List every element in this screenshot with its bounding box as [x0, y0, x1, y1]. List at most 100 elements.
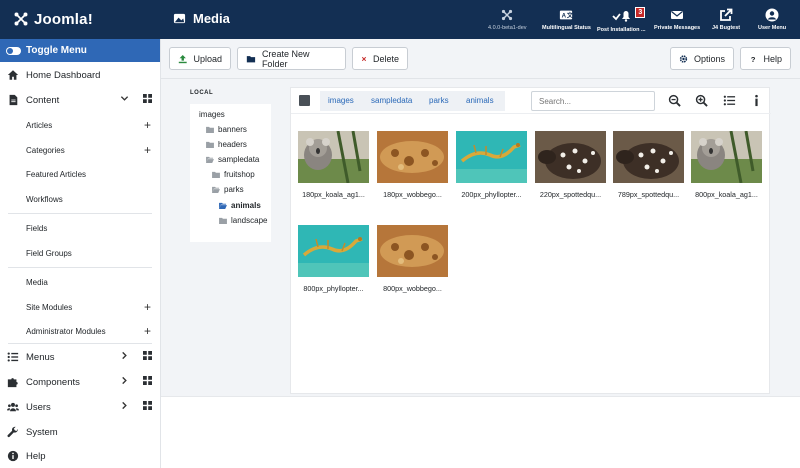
language-icon: A文 — [560, 10, 573, 20]
version-item: 4.0.0-beta1-dev — [488, 8, 527, 31]
tree-item-fruitshop[interactable]: fruitshop — [212, 170, 255, 179]
sidebar-label: System — [26, 426, 58, 438]
private-messages-button[interactable]: Private Messages — [654, 8, 700, 31]
sidebar-item-fields[interactable]: Fields — [0, 222, 160, 234]
tree-label: animals — [231, 201, 261, 210]
close-icon — [361, 56, 367, 61]
file-item[interactable]: 789px_spottedqu... — [613, 131, 684, 199]
sidebar-label: Featured Articles — [26, 169, 87, 179]
info-icon[interactable] — [750, 94, 763, 107]
post-installation-button[interactable]: 3 Post Installation ... — [597, 7, 646, 33]
tree-item-banners[interactable]: banners — [206, 125, 247, 134]
dashboard-grid-icon[interactable] — [143, 401, 152, 413]
select-all-checkbox[interactable] — [299, 95, 310, 106]
tree-item-images[interactable]: images — [199, 110, 225, 119]
add-admin-module-icon[interactable]: + — [144, 324, 151, 338]
sidebar-item-categories[interactable]: Categories + — [0, 143, 160, 157]
user-menu-button[interactable]: User Menu — [758, 8, 786, 31]
dashboard-grid-icon[interactable] — [143, 94, 152, 106]
multilingual-status-button[interactable]: A文 Multilingual Status — [542, 8, 591, 31]
sidebar-item-field-groups[interactable]: Field Groups — [0, 247, 160, 259]
tree-item-parks[interactable]: parks — [212, 185, 244, 194]
search-input[interactable] — [531, 91, 655, 111]
breadcrumb-item-parks[interactable]: parks — [429, 96, 449, 105]
file-name: 180px_koala_ag1... — [302, 190, 365, 199]
upload-button[interactable]: Upload — [169, 47, 231, 70]
sidebar-item-menus[interactable]: Menus — [0, 350, 160, 364]
image-thumbnail — [377, 225, 448, 277]
sidebar-label: Field Groups — [26, 248, 72, 258]
file-item[interactable]: 200px_phyllopter... — [456, 131, 527, 199]
disk-label: LOCAL — [190, 90, 214, 96]
chevron-right-icon[interactable] — [120, 351, 129, 363]
breadcrumb-item-animals[interactable]: animals — [466, 96, 494, 105]
breadcrumb-item-sampledata[interactable]: sampledata — [371, 96, 412, 105]
page-title-text: Media — [193, 11, 230, 26]
add-site-module-icon[interactable]: + — [144, 300, 151, 314]
help-button[interactable]: ? Help — [740, 47, 791, 70]
tree-item-headers[interactable]: headers — [206, 140, 247, 149]
sidebar-item-components[interactable]: Components — [0, 375, 160, 389]
file-item[interactable]: 800px_phyllopter... — [298, 225, 369, 293]
tree-label: fruitshop — [224, 170, 255, 179]
joomla-icon — [14, 12, 28, 26]
sidebar-item-workflows[interactable]: Workflows — [0, 193, 160, 205]
sidebar-item-articles[interactable]: Articles + — [0, 118, 160, 132]
folder-open-icon — [219, 202, 227, 209]
envelope-icon — [671, 11, 684, 19]
toggle-menu-button[interactable]: Toggle Menu — [0, 39, 160, 62]
zoom-out-icon[interactable] — [668, 94, 681, 107]
tree-label: banners — [218, 125, 247, 134]
page-footer-area — [161, 396, 800, 468]
file-item[interactable]: 800px_wobbego... — [377, 225, 448, 293]
image-thumbnail — [691, 131, 762, 183]
tree-item-sampledata[interactable]: sampledata — [206, 155, 259, 164]
file-item[interactable]: 800px_koala_ag1... — [691, 131, 762, 199]
file-item[interactable]: 180px_koala_ag1... — [298, 131, 369, 199]
breadcrumb-item-images[interactable]: images — [328, 96, 354, 105]
user-menu-label: User Menu — [758, 25, 787, 31]
folder-icon — [219, 217, 227, 224]
home-icon — [6, 69, 19, 82]
sidebar-item-media[interactable]: Media — [0, 276, 160, 288]
sidebar-item-content[interactable]: Content — [0, 93, 160, 107]
tree-label: headers — [218, 140, 247, 149]
create-folder-button[interactable]: Create New Folder — [237, 47, 346, 70]
sidebar-item-admin-modules[interactable]: Administrator Modules + — [0, 324, 160, 338]
sidebar-item-help[interactable]: Help — [0, 449, 160, 463]
wobbegong-image — [377, 225, 448, 277]
chevron-right-icon[interactable] — [120, 376, 129, 388]
dashboard-grid-icon[interactable] — [143, 351, 152, 363]
file-name: 200px_phyllopter... — [461, 190, 522, 199]
sidebar-item-system[interactable]: System — [0, 425, 160, 439]
file-item[interactable]: 180px_wobbego... — [377, 131, 448, 199]
bugtest-link[interactable]: J4 Bugtest — [712, 8, 740, 31]
folder-icon — [212, 171, 220, 178]
sidebar-label: Site Modules — [26, 302, 73, 312]
sidebar-item-site-modules[interactable]: Site Modules + — [0, 300, 160, 314]
options-button[interactable]: Options — [670, 47, 734, 70]
sidebar-item-featured[interactable]: Featured Articles — [0, 168, 160, 180]
add-article-icon[interactable]: + — [144, 118, 151, 132]
chevron-right-icon[interactable] — [120, 401, 129, 413]
delete-button[interactable]: Delete — [352, 47, 408, 70]
sidebar-label: Content — [26, 94, 60, 106]
create-folder-label: Create New Folder — [261, 48, 310, 69]
dashboard-grid-icon[interactable] — [143, 376, 152, 388]
file-name: 180px_wobbego... — [383, 190, 442, 199]
sidebar-item-users[interactable]: Users — [0, 400, 160, 414]
file-item[interactable]: 220px_spottedqu... — [535, 131, 606, 199]
sidebar-label: Users — [26, 401, 51, 413]
gear-icon — [679, 54, 688, 63]
zoom-in-icon[interactable] — [695, 94, 708, 107]
sidebar-item-home[interactable]: Home Dashboard — [0, 68, 160, 82]
tree-item-landscape[interactable]: landscape — [219, 216, 267, 225]
image-thumbnail — [535, 131, 606, 183]
toolbar: Upload Create New Folder Delete Options … — [161, 39, 800, 79]
list-view-icon[interactable] — [723, 94, 736, 107]
koala-image — [298, 131, 369, 183]
add-category-icon[interactable]: + — [144, 143, 151, 157]
joomla-logo[interactable]: Joomla! — [12, 10, 93, 28]
chevron-down-icon[interactable] — [120, 94, 129, 106]
tree-item-animals[interactable]: animals — [219, 201, 261, 210]
